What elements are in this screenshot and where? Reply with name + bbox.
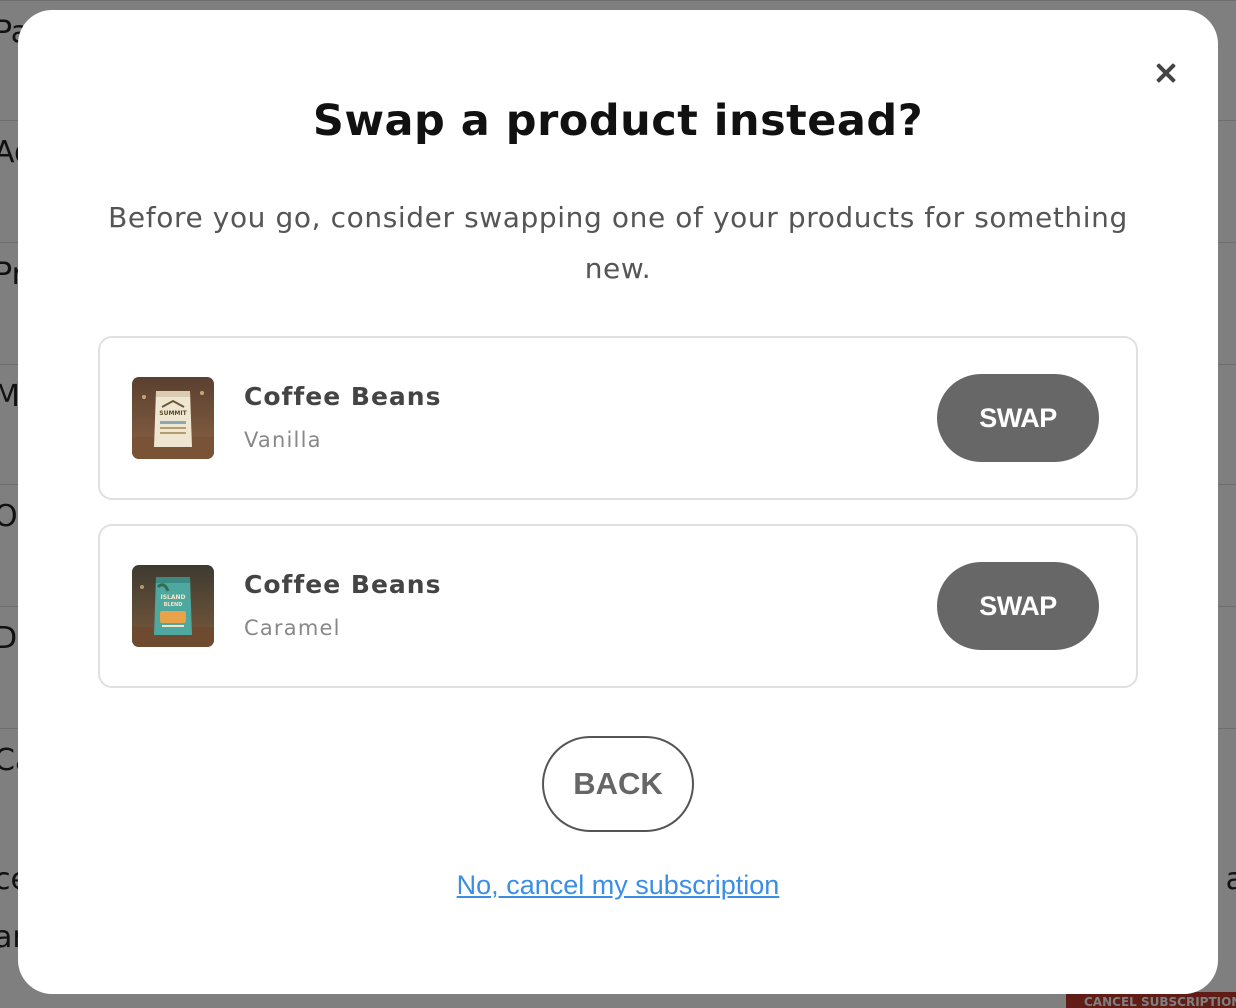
swap-product-modal: Swap a product instead? Before you go, c… xyxy=(18,10,1218,994)
svg-text:BLEND: BLEND xyxy=(164,602,183,608)
swap-button[interactable]: SWAP xyxy=(937,562,1099,650)
product-variant: Vanilla xyxy=(244,428,322,452)
close-icon[interactable] xyxy=(1151,58,1181,88)
svg-text:SUMMIT: SUMMIT xyxy=(159,410,187,417)
cancel-subscription-link[interactable]: No, cancel my subscription xyxy=(18,870,1218,901)
swap-button[interactable]: SWAP xyxy=(937,374,1099,462)
product-variant: Caramel xyxy=(244,616,341,640)
product-card: ISLAND BLEND Coffee Beans Caramel SWAP xyxy=(98,524,1138,688)
product-name: Coffee Beans xyxy=(244,570,442,599)
modal-subtitle: Before you go, consider swapping one of … xyxy=(108,201,1128,285)
coffee-bag-image: ISLAND BLEND xyxy=(132,565,214,647)
svg-text:ISLAND: ISLAND xyxy=(160,594,185,601)
back-button[interactable]: BACK xyxy=(542,736,694,832)
product-thumbnail: SUMMIT xyxy=(132,377,214,459)
product-name: Coffee Beans xyxy=(244,382,442,411)
coffee-bag-image: SUMMIT xyxy=(132,377,214,459)
product-card: SUMMIT Coffee Beans Vanilla SWAP xyxy=(98,336,1138,500)
modal-title: Swap a product instead? xyxy=(312,96,924,146)
product-thumbnail: ISLAND BLEND xyxy=(132,565,214,647)
